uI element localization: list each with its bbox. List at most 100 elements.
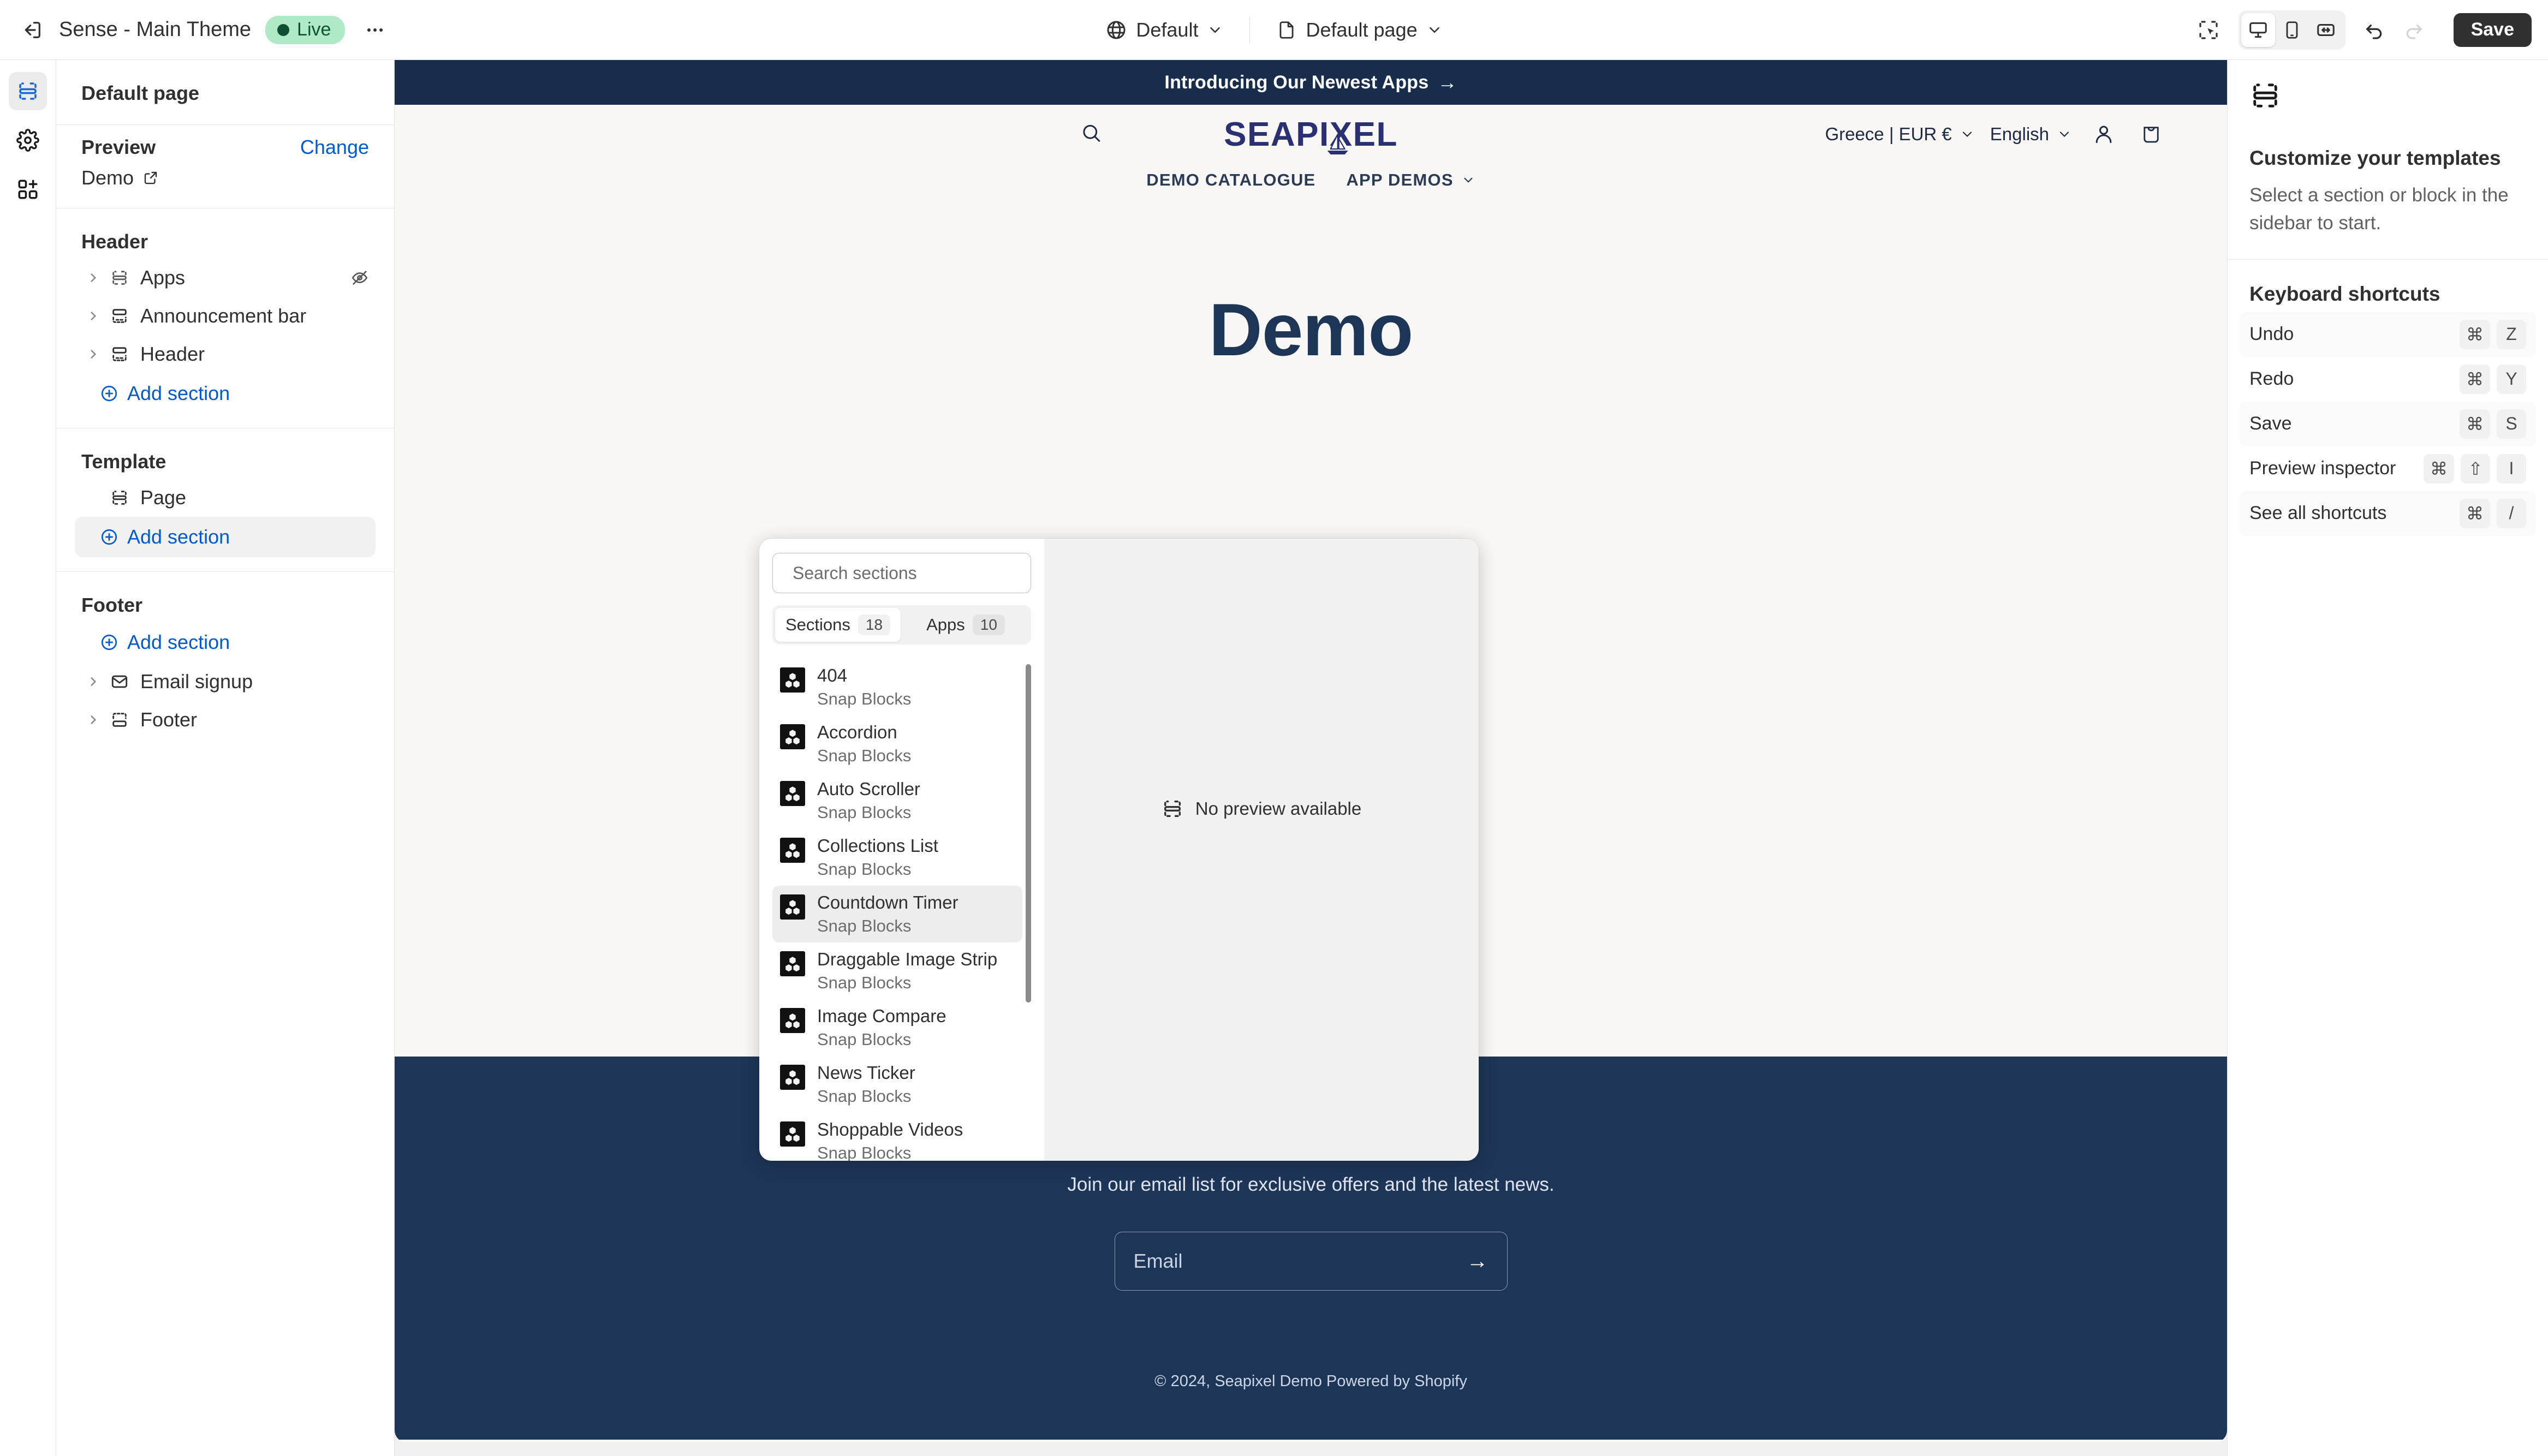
chevron-right-icon[interactable] (81, 675, 105, 689)
rail-settings-button[interactable] (9, 121, 47, 159)
redo-icon (2406, 24, 2422, 39)
mobile-icon (2286, 21, 2298, 39)
preview-stage: Introducing Our Newest Apps → SEAPIXEL G… (395, 60, 2227, 1456)
bar-icon (105, 345, 134, 363)
sidebar-item-footer[interactable]: Footer (75, 701, 376, 739)
inspector-description: Select a section or block in the sidebar… (2249, 184, 2509, 234)
tab-apps[interactable]: Apps 10 (903, 608, 1028, 642)
rail-sections-button[interactable] (9, 72, 47, 110)
no-preview-placeholder: No preview available (1162, 798, 1361, 820)
chevron-right-icon[interactable] (81, 309, 105, 323)
section-icon (1164, 801, 1181, 817)
shortcut-row-see-all: See all shortcuts ⌘ / (2240, 491, 2536, 536)
theme-name-label: Sense - Main Theme (59, 18, 252, 41)
section-icon (105, 488, 134, 507)
chevron-right-icon[interactable] (81, 347, 105, 361)
nav-item-demo-catalogue[interactable]: DEMO CATALOGUE (1146, 170, 1315, 190)
nav-item-app-demos[interactable]: APP DEMOS (1346, 170, 1475, 190)
country-currency-label: Greece | EUR € (1825, 124, 1952, 144)
section-name: Accordion (817, 722, 897, 742)
storefront-nav: DEMO CATALOGUE APP DEMOS (395, 164, 2227, 205)
locale-selector-label: Default (1136, 18, 1199, 41)
shortcut-label: Undo (2249, 324, 2294, 344)
list-item[interactable]: News Ticker Snap Blocks (772, 1056, 1022, 1113)
undo-button[interactable] (2356, 12, 2392, 48)
account-button[interactable] (2080, 118, 2128, 151)
list-item[interactable]: Image Compare Snap Blocks (772, 999, 1022, 1056)
search-icon[interactable] (1080, 122, 1103, 147)
locale-selector[interactable]: Default (1093, 12, 1235, 48)
preview-value-row[interactable]: Demo (75, 162, 376, 194)
shortcut-label: Save (2249, 413, 2292, 434)
sidebar-item-page[interactable]: Page (75, 479, 376, 517)
external-link-icon[interactable] (142, 170, 159, 186)
change-preview-link[interactable]: Change (300, 136, 369, 159)
redo-button[interactable] (2396, 12, 2432, 48)
shortcut-row-save: Save ⌘ S (2240, 401, 2536, 446)
editor-body: Default page Preview Change Demo Header (0, 60, 2548, 1456)
country-currency-selector[interactable]: Greece | EUR € (1817, 120, 1982, 149)
snap-blocks-icon (780, 1008, 805, 1033)
storefront-logo[interactable]: SEAPIXEL (1224, 115, 1398, 154)
newsletter-submit-button[interactable]: → (1467, 1249, 1489, 1274)
hidden-eye-icon[interactable] (350, 268, 369, 287)
page-selector[interactable]: Default page (1264, 12, 1454, 48)
tab-label: Apps (926, 615, 965, 634)
list-item[interactable]: Countdown Timer Snap Blocks (772, 886, 1022, 942)
desktop-icon (2249, 22, 2267, 38)
cart-button[interactable] (2128, 118, 2175, 150)
storefront-header: SEAPIXEL Greece | EUR € English (395, 105, 2227, 164)
scrollbar-thumb[interactable] (1026, 664, 1031, 1003)
add-section-footer-button[interactable]: Add section (75, 622, 376, 663)
section-vendor: Snap Blocks (817, 803, 912, 822)
sidebar-item-label: Header (140, 343, 205, 365)
key-cap: I (2497, 453, 2526, 484)
logo-text: SEAPIXEL (1224, 115, 1398, 153)
shortcut-keys: ⌘ ⇧ I (2424, 453, 2526, 484)
list-item[interactable]: Accordion Snap Blocks (772, 715, 1022, 772)
mobile-preview-button[interactable] (2275, 13, 2309, 47)
tab-label: Sections (785, 615, 850, 634)
sidebar-item-apps[interactable]: Apps (75, 259, 376, 297)
search-sections-box[interactable] (772, 553, 1031, 593)
chevron-right-icon[interactable] (81, 713, 105, 727)
exit-editor-button[interactable] (14, 12, 50, 48)
fullwidth-preview-button[interactable] (2309, 13, 2343, 47)
add-section-header-button[interactable]: Add section (75, 373, 376, 414)
section-name: Image Compare (817, 1006, 946, 1026)
list-item[interactable]: Collections List Snap Blocks (772, 829, 1022, 886)
inspector-toggle-button[interactable] (2190, 12, 2226, 48)
add-section-template-button[interactable]: Add section (75, 517, 376, 557)
page-title: Default page (81, 82, 200, 104)
list-item[interactable]: Shoppable Videos Snap Blocks (772, 1113, 1022, 1161)
section-vendor: Snap Blocks (817, 973, 912, 992)
snap-blocks-icon (780, 667, 805, 693)
email-input[interactable] (1133, 1250, 1467, 1273)
list-item[interactable]: Auto Scroller Snap Blocks (772, 772, 1022, 829)
section-list-scrollbar[interactable] (1026, 664, 1031, 1155)
globe-icon (1107, 21, 1126, 39)
toolbar-divider (1249, 16, 1251, 43)
language-selector[interactable]: English (1983, 120, 2080, 149)
sidebar-item-announcement-bar[interactable]: Announcement bar (75, 297, 376, 335)
section-icon (105, 268, 134, 287)
sidebar-item-email-signup[interactable]: Email signup (75, 663, 376, 701)
tab-sections[interactable]: Sections 18 (775, 608, 901, 642)
picker-preview-pane: No preview available (1044, 539, 1479, 1161)
sidebar-item-header[interactable]: Header (75, 335, 376, 373)
search-input[interactable] (793, 563, 1022, 583)
shortcut-row-redo: Redo ⌘ Y (2240, 357, 2536, 402)
desktop-preview-button[interactable] (2241, 13, 2275, 47)
announcement-bar[interactable]: Introducing Our Newest Apps → (395, 60, 2227, 105)
chevron-right-icon[interactable] (81, 271, 105, 285)
save-button[interactable]: Save (2453, 13, 2532, 47)
announcement-text: Introducing Our Newest Apps (1164, 71, 1429, 93)
shortcut-keys: ⌘ / (2460, 498, 2526, 528)
list-item[interactable]: 404 Snap Blocks (772, 659, 1022, 715)
list-item[interactable]: Draggable Image Strip Snap Blocks (772, 942, 1022, 999)
rail-apps-button[interactable] (9, 170, 47, 208)
more-options-button[interactable] (357, 12, 393, 48)
footer-icon (105, 711, 134, 729)
sidebar-item-label: Email signup (140, 670, 253, 693)
user-icon (2095, 126, 2112, 144)
